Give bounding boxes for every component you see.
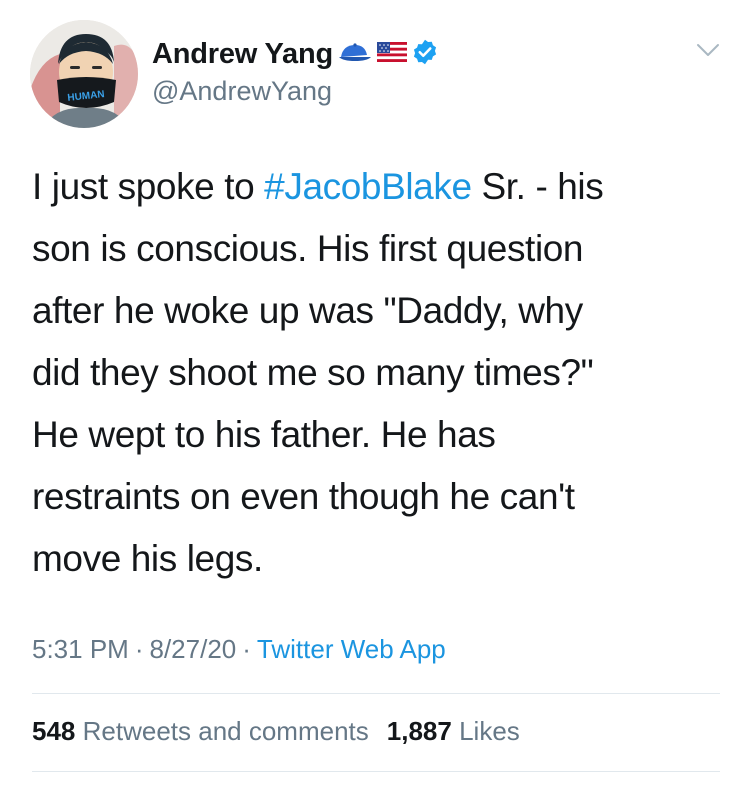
- display-name-row: Andrew Yang: [152, 36, 439, 72]
- avatar-portrait: HUMAN: [30, 20, 138, 128]
- retweets-stat[interactable]: 548 Retweets and comments: [32, 716, 369, 746]
- verified-icon: [411, 38, 439, 71]
- chevron-down-icon[interactable]: [696, 42, 720, 58]
- divider: [32, 771, 720, 772]
- tweet-text: I just spoke to #JacobBlake Sr. - his so…: [32, 156, 722, 590]
- tweet-meta: 5:31 PM · 8/27/20 · Twitter Web App: [32, 634, 446, 665]
- tweet-line: restraints on even though he can't: [32, 476, 575, 517]
- meta-separator: ·: [134, 634, 144, 664]
- cap-icon: [337, 41, 373, 68]
- meta-separator: ·: [242, 634, 251, 664]
- likes-stat[interactable]: 1,887 Likes: [387, 716, 520, 746]
- tweet-line: He wept to his father. He has: [32, 414, 496, 455]
- likes-label: Likes: [459, 716, 520, 746]
- tweet-card: HUMAN Andrew Yang @AndrewYang I just spo…: [0, 0, 750, 789]
- tweet-time[interactable]: 5:31 PM: [32, 634, 129, 664]
- tweet-line: move his legs.: [32, 538, 263, 579]
- retweets-count: 548: [32, 716, 76, 746]
- tweet-text-segment: Sr. - his: [471, 166, 604, 207]
- tweet-line: after he woke up was "Daddy, why: [32, 290, 583, 331]
- tweet-stats: 548 Retweets and comments 1,887 Likes: [32, 716, 520, 747]
- avatar[interactable]: HUMAN: [30, 20, 138, 128]
- tweet-text-segment: I just spoke to: [32, 166, 265, 207]
- handle[interactable]: @AndrewYang: [152, 76, 439, 107]
- source-link[interactable]: Twitter Web App: [257, 634, 446, 664]
- retweets-label: Retweets and comments: [82, 716, 369, 746]
- likes-count: 1,887: [386, 716, 452, 746]
- us-flag-icon: [376, 41, 407, 67]
- tweet-line: son is conscious. His first question: [32, 228, 584, 269]
- tweet-line: I just spoke to #JacobBlake Sr. - his: [32, 156, 722, 218]
- author-block: Andrew Yang @AndrewYang: [152, 36, 439, 107]
- tweet-date[interactable]: 8/27/20: [150, 634, 237, 664]
- hashtag-link[interactable]: #JacobBlake: [264, 166, 472, 207]
- display-name[interactable]: Andrew Yang: [152, 38, 333, 71]
- divider: [32, 693, 720, 694]
- tweet-line: did they shoot me so many times?": [32, 352, 594, 393]
